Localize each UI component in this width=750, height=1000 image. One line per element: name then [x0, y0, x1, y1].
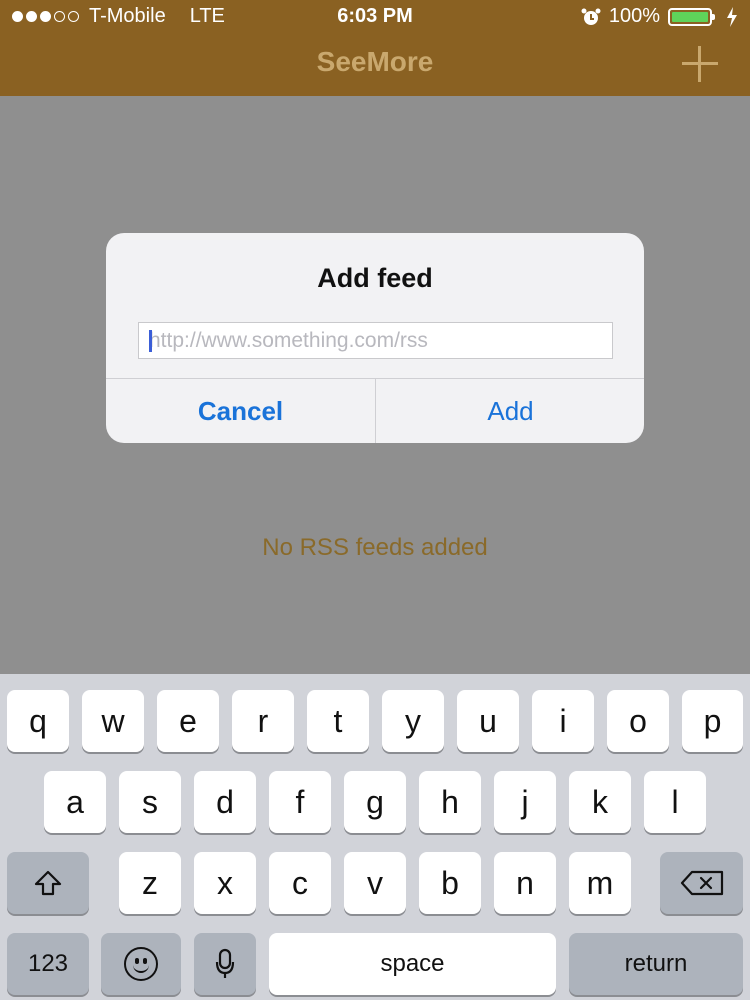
emoji-icon: [124, 947, 158, 981]
status-bar: T-Mobile LTE 6:03 PM 100%: [0, 0, 750, 32]
empty-state-message: No RSS feeds added: [262, 534, 488, 561]
alarm-icon: [581, 8, 601, 25]
key-z[interactable]: z: [119, 852, 181, 914]
shift-key[interactable]: [7, 852, 89, 914]
key-k[interactable]: k: [569, 771, 631, 833]
numbers-key[interactable]: 123: [7, 933, 89, 995]
key-m[interactable]: m: [569, 852, 631, 914]
delete-key[interactable]: [660, 852, 743, 914]
text-cursor: [149, 330, 152, 352]
key-d[interactable]: d: [194, 771, 256, 833]
microphone-icon: [215, 948, 235, 978]
key-y[interactable]: y: [382, 690, 444, 752]
key-q[interactable]: q: [7, 690, 69, 752]
key-l[interactable]: l: [644, 771, 706, 833]
dialog-title: Add feed: [317, 263, 433, 293]
space-key[interactable]: space: [269, 933, 556, 995]
key-t[interactable]: t: [307, 690, 369, 752]
key-r[interactable]: r: [232, 690, 294, 752]
plus-icon[interactable]: [680, 44, 720, 84]
key-c[interactable]: c: [269, 852, 331, 914]
key-f[interactable]: f: [269, 771, 331, 833]
dictation-key[interactable]: [194, 933, 256, 995]
shift-icon: [34, 870, 62, 896]
status-right: 100%: [581, 5, 738, 28]
keyboard: q w e r t y u i o p a s d f g h j k l z …: [0, 674, 750, 1000]
charging-bolt-icon: [727, 6, 737, 27]
key-g[interactable]: g: [344, 771, 406, 833]
key-a[interactable]: a: [44, 771, 106, 833]
key-e[interactable]: e: [157, 690, 219, 752]
key-w[interactable]: w: [82, 690, 144, 752]
key-h[interactable]: h: [419, 771, 481, 833]
key-v[interactable]: v: [344, 852, 406, 914]
page-title: SeeMore: [316, 46, 434, 77]
key-p[interactable]: p: [682, 690, 743, 752]
battery-icon: [668, 7, 715, 26]
cancel-button[interactable]: Cancel: [106, 379, 375, 443]
return-key[interactable]: return: [569, 933, 743, 995]
add-button[interactable]: Add: [376, 379, 644, 443]
key-b[interactable]: b: [419, 852, 481, 914]
key-s[interactable]: s: [119, 771, 181, 833]
feed-url-input[interactable]: [138, 322, 613, 359]
key-i[interactable]: i: [532, 690, 594, 752]
key-n[interactable]: n: [494, 852, 556, 914]
key-j[interactable]: j: [494, 771, 556, 833]
header: T-Mobile LTE 6:03 PM 100% SeeMore: [0, 0, 750, 96]
add-feed-dialog: Add feed Cancel Add: [106, 233, 644, 443]
key-x[interactable]: x: [194, 852, 256, 914]
battery-percent: 100%: [608, 5, 660, 27]
key-u[interactable]: u: [457, 690, 519, 752]
delete-icon: [680, 870, 723, 896]
emoji-key[interactable]: [101, 933, 181, 995]
navigation-bar: SeeMore: [0, 32, 750, 96]
key-o[interactable]: o: [607, 690, 669, 752]
